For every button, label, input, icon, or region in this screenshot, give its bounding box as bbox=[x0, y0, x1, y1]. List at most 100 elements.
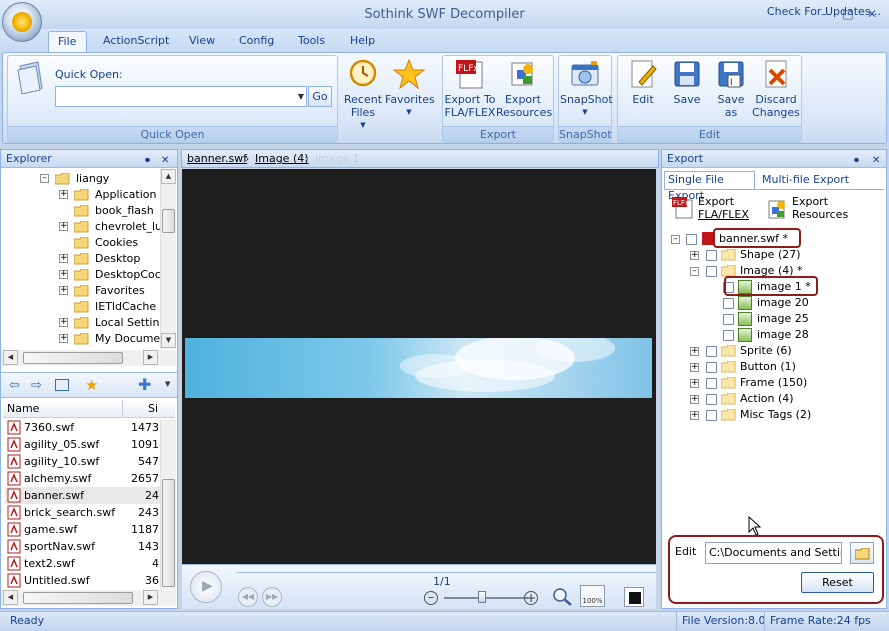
scroll-left-icon[interactable]: ◀ bbox=[3, 350, 18, 365]
pin-icon[interactable]: ⏺ bbox=[145, 152, 150, 169]
expand-icon[interactable]: + bbox=[59, 318, 68, 327]
file-row[interactable]: brick_search.swf 243 bbox=[5, 504, 160, 521]
play-button[interactable]: ▶ bbox=[190, 571, 222, 603]
checkbox[interactable] bbox=[706, 250, 717, 261]
expand-icon[interactable]: + bbox=[690, 363, 699, 372]
tree-vertical-scrollbar[interactable]: ▲ ▼ bbox=[160, 169, 176, 349]
file-row[interactable]: text2.swf 4 bbox=[5, 555, 160, 572]
recent-files-button[interactable]: Recent Files ▼ bbox=[343, 58, 383, 132]
scroll-right-icon[interactable]: ▶ bbox=[143, 350, 158, 365]
export-fla-flex-button[interactable]: FLFx Export FLA/FLEX bbox=[672, 195, 757, 224]
expand-icon[interactable]: + bbox=[59, 286, 68, 295]
expand-icon[interactable]: + bbox=[59, 270, 68, 279]
expand-icon[interactable]: + bbox=[690, 379, 699, 388]
checkbox[interactable] bbox=[723, 330, 734, 341]
tab-file[interactable]: File bbox=[48, 31, 87, 53]
pin-icon[interactable]: ⏺ bbox=[854, 152, 859, 169]
column-name[interactable]: Name bbox=[7, 402, 39, 415]
check-updates-link[interactable]: Check For Updates... bbox=[767, 5, 881, 18]
scroll-down-icon[interactable]: ▼ bbox=[161, 333, 176, 348]
browse-folder-button[interactable] bbox=[850, 542, 874, 564]
checkbox[interactable] bbox=[706, 266, 717, 277]
close-icon[interactable]: ✕ bbox=[161, 152, 169, 169]
checkbox[interactable] bbox=[706, 346, 717, 357]
checkbox[interactable] bbox=[706, 362, 717, 373]
favorites-button[interactable]: Favorites ▼ bbox=[385, 58, 435, 119]
scroll-left-icon[interactable]: ◀ bbox=[3, 590, 18, 605]
zoom-slider[interactable] bbox=[444, 597, 528, 599]
checkbox[interactable] bbox=[706, 378, 717, 389]
expand-icon[interactable]: + bbox=[690, 347, 699, 356]
snapshot-button[interactable]: SnapShot ▼ bbox=[560, 58, 613, 119]
expand-icon[interactable]: + bbox=[59, 222, 68, 231]
tab-actionscript[interactable]: ActionScript bbox=[94, 31, 178, 53]
tab-config[interactable]: Config bbox=[230, 31, 283, 53]
collapse-icon[interactable]: – bbox=[40, 174, 49, 183]
zoom-100-icon[interactable]: 100% bbox=[580, 585, 605, 607]
expand-icon[interactable]: + bbox=[59, 254, 68, 263]
scroll-thumb[interactable] bbox=[162, 479, 175, 587]
file-row[interactable]: alchemy.swf 2657 bbox=[5, 470, 160, 487]
discard-changes-button[interactable]: Discard Changes bbox=[752, 58, 800, 119]
export-fla-button[interactable]: FLFx Export To FLA/FLEX bbox=[444, 58, 496, 119]
tab-tools[interactable]: Tools bbox=[289, 31, 334, 53]
expand-icon[interactable]: + bbox=[690, 251, 699, 260]
chevron-down-icon[interactable]: ▼ bbox=[165, 380, 170, 388]
scroll-thumb[interactable] bbox=[23, 352, 123, 364]
checkbox[interactable] bbox=[706, 394, 717, 405]
collapse-icon[interactable]: – bbox=[690, 267, 699, 276]
scroll-thumb[interactable] bbox=[162, 209, 175, 233]
column-divider[interactable] bbox=[122, 400, 123, 418]
reset-button[interactable]: Reset bbox=[801, 572, 874, 593]
up-folder-icon[interactable] bbox=[55, 379, 69, 391]
tab-multi-file-export[interactable]: Multi-file Export bbox=[762, 172, 849, 189]
scroll-up-icon[interactable]: ▲ bbox=[161, 169, 176, 184]
favorite-star-icon[interactable]: ★ bbox=[85, 376, 98, 394]
expand-icon[interactable]: + bbox=[59, 190, 68, 199]
checkbox[interactable] bbox=[706, 410, 717, 421]
expand-icon[interactable]: + bbox=[690, 411, 699, 420]
edit-button[interactable]: Edit bbox=[624, 58, 662, 106]
file-row[interactable]: game.swf 1187 bbox=[5, 521, 160, 538]
save-as-button[interactable]: I Save as bbox=[712, 58, 750, 119]
checkbox[interactable] bbox=[723, 314, 734, 325]
breadcrumb-file[interactable]: banner.swf bbox=[187, 152, 247, 165]
file-list-horizontal-scrollbar[interactable]: ◀ ▶ bbox=[1, 590, 176, 606]
timeline-track[interactable] bbox=[236, 572, 656, 573]
app-menu-button[interactable] bbox=[2, 2, 42, 42]
scroll-thumb[interactable] bbox=[23, 592, 133, 604]
file-row[interactable]: banner.swf 24 bbox=[5, 487, 160, 504]
save-button[interactable]: Save bbox=[668, 58, 706, 106]
edit-path-input[interactable]: C:\Documents and Settings bbox=[705, 542, 842, 564]
expand-icon[interactable]: + bbox=[690, 395, 699, 404]
collapse-icon[interactable]: – bbox=[671, 235, 680, 244]
breadcrumb-category[interactable]: Image (4) bbox=[255, 152, 309, 165]
chevron-down-icon[interactable]: ▼ bbox=[294, 86, 308, 107]
file-row[interactable]: 7360.swf 1473 bbox=[5, 419, 160, 436]
add-icon[interactable]: ✚ bbox=[138, 375, 151, 394]
scroll-right-icon[interactable]: ▶ bbox=[143, 590, 158, 605]
column-size[interactable]: Si bbox=[148, 402, 158, 415]
zoom-in-icon[interactable]: + bbox=[524, 591, 538, 605]
file-row[interactable]: agility_10.swf 547 bbox=[5, 453, 160, 470]
file-row[interactable]: Untitled.swf 36 bbox=[5, 572, 160, 589]
checkbox[interactable] bbox=[686, 234, 697, 245]
export-resources-panel-button[interactable]: Export Resources bbox=[766, 195, 866, 224]
file-list-scrollbar[interactable] bbox=[160, 419, 176, 589]
checkbox[interactable] bbox=[723, 298, 734, 309]
forward-icon[interactable]: ⇨ bbox=[31, 378, 42, 393]
tab-view[interactable]: View bbox=[180, 31, 224, 53]
rewind-button[interactable]: ◀◀ bbox=[238, 587, 258, 607]
file-row[interactable]: sportNav.swf 143 bbox=[5, 538, 160, 555]
quick-open-input[interactable] bbox=[55, 86, 307, 107]
zoom-magnifier-icon[interactable] bbox=[552, 587, 574, 607]
tab-help[interactable]: Help bbox=[341, 31, 384, 53]
go-button[interactable]: Go bbox=[308, 86, 332, 107]
fast-forward-button[interactable]: ▶▶ bbox=[262, 587, 282, 607]
tab-single-file-export[interactable]: Single File Export bbox=[664, 171, 755, 202]
export-resources-button[interactable]: Export Resources bbox=[496, 58, 552, 119]
expand-icon[interactable]: + bbox=[59, 334, 68, 343]
zoom-slider-thumb[interactable] bbox=[478, 591, 486, 603]
zoom-out-icon[interactable]: – bbox=[424, 591, 438, 605]
background-color-button[interactable] bbox=[624, 587, 644, 607]
